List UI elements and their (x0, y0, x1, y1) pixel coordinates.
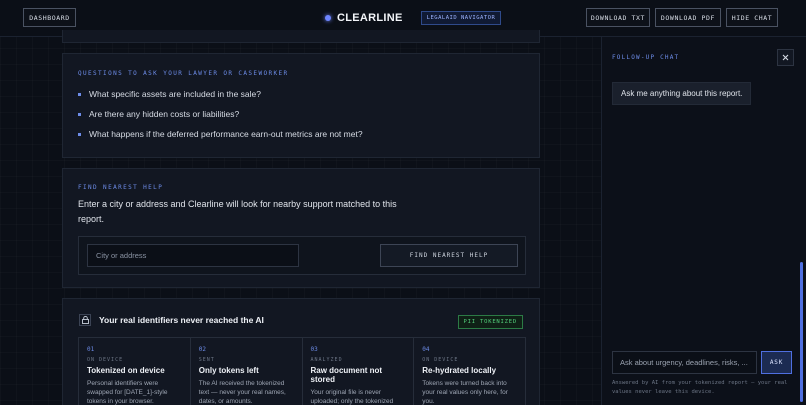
brand-dot-icon (325, 15, 331, 21)
step-title: Raw document not stored (310, 366, 383, 384)
find-help-card: FIND NEAREST HELP Enter a city or addres… (62, 168, 540, 288)
download-txt-button[interactable]: DOWNLOAD TXT (586, 8, 650, 27)
list-item: What happens if the deferred performance… (78, 124, 363, 144)
step-title: Re-hydrated locally (422, 366, 497, 375)
question-text: Are there any hidden costs or liabilitie… (89, 109, 240, 119)
step-number: 01 (87, 346, 95, 353)
pii-header: Your real identifiers never reached the … (79, 314, 264, 326)
step-number: 03 (310, 346, 318, 353)
step-tag: ON DEVICE (422, 357, 459, 363)
step-description: Personal identifiers were swapped for [D… (87, 380, 168, 405)
chat-footnote: Answered by AI from your tokenized repor… (612, 380, 788, 395)
pii-card: Your real identifiers never reached the … (62, 298, 540, 405)
questions-card: QUESTIONS TO ASK YOUR LAWYER OR CASEWORK… (62, 53, 540, 158)
question-text: What happens if the deferred performance… (89, 129, 363, 139)
brand-name: CLEARLINE (337, 12, 403, 24)
dashboard-button[interactable]: DASHBOARD (23, 8, 76, 27)
step-title: Only tokens left (198, 366, 259, 375)
chat-scrollbar[interactable] (800, 262, 803, 402)
brand: CLEARLINE LEGALAID NAVIGATOR (325, 11, 502, 25)
previous-card-bottom (62, 30, 540, 43)
step-description: Tokens were turned back into your real v… (422, 380, 508, 405)
city-address-input[interactable] (87, 244, 299, 267)
step-description: The AI received the tokenized text — nev… (198, 380, 286, 405)
close-icon (782, 54, 789, 61)
pii-step: 03 ANALYZED Raw document not stored Your… (303, 338, 415, 405)
pii-steps: 01 ON DEVICE Tokenized on device Persona… (78, 337, 526, 405)
step-number: 04 (422, 346, 430, 353)
ask-button[interactable]: ASK (761, 351, 792, 374)
question-text: What specific assets are included in the… (89, 89, 261, 99)
pii-step: 02 SENT Only tokens left The AI received… (191, 338, 303, 405)
bullet-icon (78, 92, 81, 96)
chat-message-assistant: Ask me anything about this report. (612, 82, 752, 105)
step-number: 02 (198, 346, 206, 353)
step-description: Your original file is never uploaded; on… (310, 389, 394, 405)
find-nearest-help-button[interactable]: FIND NEAREST HELP (380, 244, 518, 267)
bullet-icon (78, 112, 81, 116)
find-help-description: Enter a city or address and Clearline wi… (78, 199, 397, 224)
questions-list: What specific assets are included in the… (78, 84, 363, 144)
hide-chat-button[interactable]: HIDE CHAT (726, 8, 778, 27)
lock-icon (79, 314, 91, 326)
step-title: Tokenized on device (87, 366, 165, 375)
step-tag: ANALYZED (310, 357, 343, 363)
bullet-icon (78, 132, 81, 136)
download-pdf-button[interactable]: DOWNLOAD PDF (655, 8, 721, 27)
follow-up-chat-panel: FOLLOW-UP CHAT Ask me anything about thi… (601, 37, 806, 405)
chat-input[interactable] (612, 351, 757, 374)
list-item: What specific assets are included in the… (78, 84, 363, 104)
step-tag: ON DEVICE (87, 357, 124, 363)
pii-step: 01 ON DEVICE Tokenized on device Persona… (79, 338, 191, 405)
brand-tag: LEGALAID NAVIGATOR (420, 11, 502, 25)
list-item: Are there any hidden costs or liabilitie… (78, 104, 363, 124)
chat-title: FOLLOW-UP CHAT (612, 54, 680, 61)
find-help-panel: FIND NEAREST HELP (78, 236, 526, 275)
pii-step: 04 ON DEVICE Re-hydrated locally Tokens … (414, 338, 525, 405)
questions-label: QUESTIONS TO ASK YOUR LAWYER OR CASEWORK… (78, 70, 289, 77)
close-chat-button[interactable] (777, 49, 794, 66)
find-help-label: FIND NEAREST HELP (78, 184, 164, 191)
step-tag: SENT (198, 357, 215, 363)
pii-title: Your real identifiers never reached the … (99, 315, 264, 325)
pii-tokenized-badge: PII TOKENIZED (457, 315, 523, 329)
